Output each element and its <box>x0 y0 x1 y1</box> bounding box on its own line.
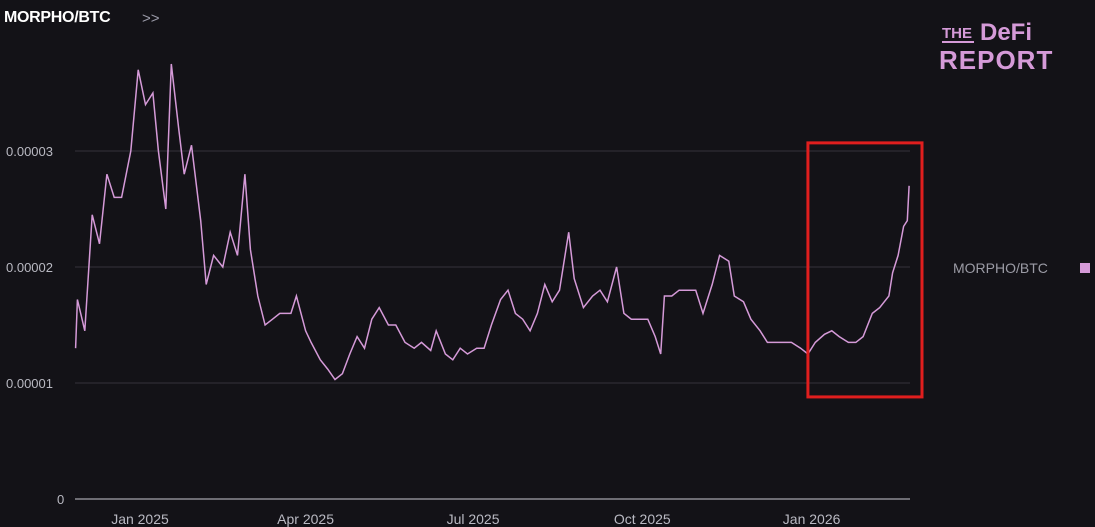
svg-text:THE: THE <box>942 25 972 42</box>
price-chart: 0 0.00001 0.00002 0.00003 Jan 2025 Apr 2025 J… <box>6 63 1090 527</box>
svg-text:REPORT: REPORT <box>939 45 1053 74</box>
y-tick-label: 0 <box>57 492 64 507</box>
x-tick-label: Apr 2025 <box>277 511 334 527</box>
the-defi-report-logo: THE DeFi REPORT <box>939 19 1053 74</box>
x-tick-label: Jul 2025 <box>447 511 500 527</box>
svg-text:DeFi: DeFi <box>980 19 1032 46</box>
legend-swatch <box>1080 263 1090 273</box>
expand-icon[interactable]: >> <box>142 10 160 27</box>
chart-title[interactable]: MORPHO/BTC <box>4 9 111 27</box>
series-line-morpho-btc <box>74 63 910 381</box>
legend-label: MORPHO/BTC <box>953 260 1048 276</box>
y-tick-label: 0.00003 <box>6 144 53 159</box>
y-tick-label: 0.00002 <box>6 260 53 275</box>
x-tick-label: Jan 2026 <box>783 511 841 527</box>
highlight-box <box>806 141 924 399</box>
x-tick-label: Jan 2025 <box>111 511 169 527</box>
y-tick-label: 0.00001 <box>6 376 53 391</box>
x-tick-label: Oct 2025 <box>614 511 671 527</box>
